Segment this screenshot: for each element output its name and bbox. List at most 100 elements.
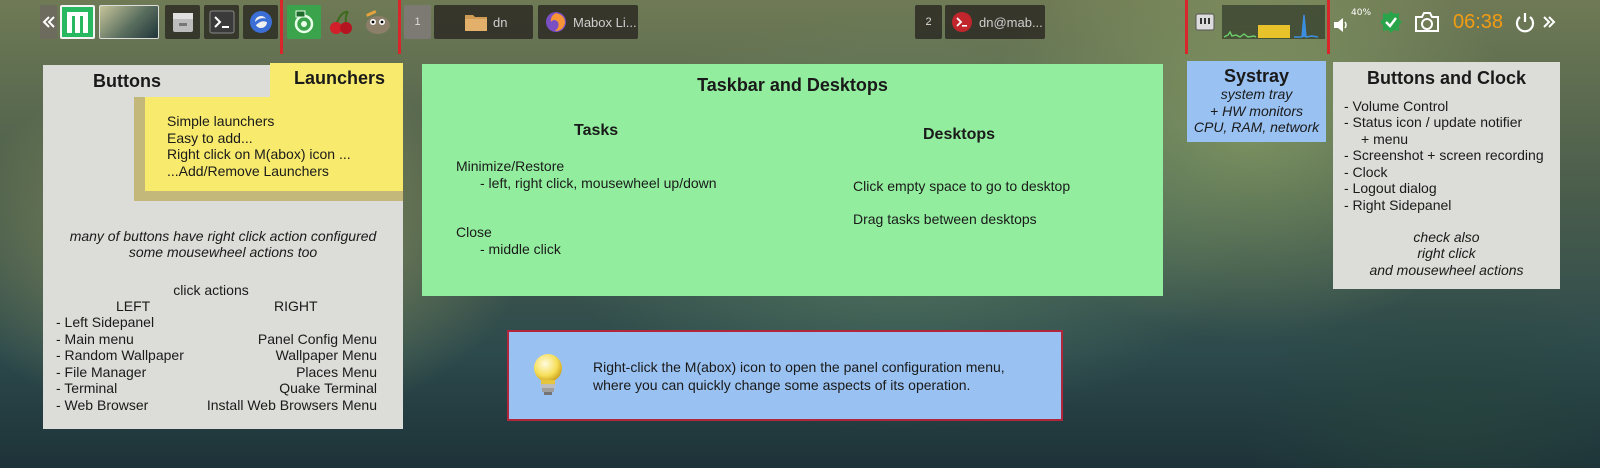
clock-footer-2: right click bbox=[1417, 245, 1476, 261]
tasks-line-2: - left, right click, mousewheel up/down bbox=[480, 175, 717, 191]
double-chevron-right-icon bbox=[1543, 16, 1556, 28]
tip-line-2: where you can quickly change some aspect… bbox=[593, 377, 971, 393]
clock-footer-3: and mousewheel actions bbox=[1369, 262, 1524, 278]
buttons-clock-title: Buttons and Clock bbox=[1366, 68, 1526, 88]
left-action-5: - Terminal bbox=[56, 380, 118, 396]
clock-line-5: - Clock bbox=[1344, 164, 1388, 180]
clock-line-6: - Logout dialog bbox=[1344, 180, 1437, 196]
launchers-line-1: Simple launchers bbox=[167, 113, 275, 129]
ethernet-icon bbox=[1195, 13, 1215, 31]
systray-separator-right bbox=[1327, 0, 1330, 54]
hardware-monitors[interactable] bbox=[1222, 5, 1325, 39]
power-icon bbox=[1515, 13, 1535, 33]
network-indicator[interactable] bbox=[1191, 5, 1219, 39]
desktop-2-label: 2 bbox=[925, 16, 932, 28]
task-terminal[interactable]: dn@mab... bbox=[945, 5, 1045, 39]
taskbar-desktops-title: Taskbar and Desktops bbox=[697, 75, 888, 95]
main-menu-button[interactable] bbox=[60, 5, 95, 39]
tasks-title: Tasks bbox=[574, 122, 619, 139]
launchers-note-title: Launchers bbox=[294, 68, 386, 88]
mabox-logo-icon bbox=[62, 7, 93, 37]
desktop-1-button[interactable]: 1 bbox=[404, 5, 431, 39]
task-file-manager[interactable]: dn bbox=[434, 5, 533, 39]
shield-check-icon bbox=[1380, 11, 1402, 33]
clock[interactable]: 06:38 bbox=[1447, 5, 1509, 39]
left-sidepanel-button[interactable] bbox=[40, 5, 57, 39]
right-action-5: Quake Terminal bbox=[279, 380, 377, 396]
desktops-line-1: Click empty space to go to desktop bbox=[853, 178, 1071, 194]
file-manager-button[interactable] bbox=[165, 5, 200, 39]
launchers-line-4: ...Add/Remove Launchers bbox=[167, 163, 329, 179]
left-action-4: - File Manager bbox=[56, 364, 147, 380]
right-action-6: Install Web Browsers Menu bbox=[206, 397, 377, 413]
firefox-icon bbox=[546, 12, 566, 32]
gimp-icon bbox=[366, 9, 390, 34]
left-action-6: - Web Browser bbox=[56, 397, 149, 413]
launcher-cherrytree-button[interactable] bbox=[324, 5, 358, 39]
clock-footer-1: check also bbox=[1413, 229, 1480, 245]
buttons-note-title: Buttons bbox=[93, 71, 161, 91]
volume-level: 40% bbox=[1351, 8, 1372, 18]
buttons-comment-1: many of buttons have right click action … bbox=[69, 228, 377, 244]
right-action-4: Places Menu bbox=[296, 364, 377, 380]
tasks-line-1: Minimize/Restore bbox=[456, 158, 565, 174]
volume-control[interactable]: 40% bbox=[1332, 5, 1374, 39]
systray-line-2: + HW monitors bbox=[1210, 103, 1303, 119]
lightbulb-icon bbox=[534, 354, 562, 395]
cpu-ram-net-graph-icon bbox=[1223, 14, 1319, 38]
tasks-line-3: Close bbox=[456, 224, 492, 240]
double-chevron-left-icon bbox=[42, 16, 55, 28]
clock-line-2: - Status icon / update notifier bbox=[1344, 114, 1523, 130]
terminal-icon bbox=[209, 10, 234, 34]
update-notifier[interactable] bbox=[1377, 5, 1405, 39]
red-terminal-icon bbox=[952, 12, 972, 32]
random-wallpaper-button[interactable] bbox=[99, 5, 159, 39]
left-action-2: - Main menu bbox=[56, 331, 134, 347]
tasks-line-4: - middle click bbox=[480, 241, 561, 257]
right-action-3: Wallpaper Menu bbox=[275, 347, 377, 363]
tip-box bbox=[507, 330, 1063, 421]
green-gear-icon bbox=[294, 10, 314, 34]
task-file-manager-label: dn bbox=[493, 14, 508, 30]
desktops-line-2: Drag tasks between desktops bbox=[853, 211, 1037, 227]
web-browser-button[interactable] bbox=[243, 5, 278, 39]
screenshot-button[interactable] bbox=[1411, 5, 1443, 39]
launchers-line-2: Easy to add... bbox=[167, 130, 253, 146]
click-actions-heading: click actions bbox=[173, 282, 249, 298]
launchers-separator-right bbox=[398, 0, 401, 54]
wallpaper-thumbnail-icon bbox=[109, 12, 149, 32]
clock-time: 06:38 bbox=[1452, 10, 1504, 33]
task-web-browser-label: Mabox Li... bbox=[573, 14, 637, 30]
terminal-button[interactable] bbox=[204, 5, 239, 39]
systray-separator-left bbox=[1185, 0, 1188, 54]
desktops-title: Desktops bbox=[923, 126, 996, 143]
speaker-icon bbox=[1334, 18, 1347, 32]
logout-button[interactable] bbox=[1512, 5, 1538, 39]
left-action-1: - Left Sidepanel bbox=[56, 314, 155, 330]
folder-icon bbox=[465, 15, 487, 31]
cherry-icon bbox=[330, 10, 352, 34]
task-web-browser[interactable]: Mabox Li... bbox=[538, 5, 638, 39]
systray-line-3: CPU, RAM, network bbox=[1193, 119, 1320, 135]
task-terminal-label: dn@mab... bbox=[979, 14, 1043, 30]
launchers-line-3: Right click on M(abox) icon ... bbox=[167, 146, 351, 162]
desktop-1-label: 1 bbox=[414, 16, 421, 28]
clock-line-4: - Screenshot + screen recording bbox=[1344, 147, 1544, 163]
buttons-comment-2: some mousewheel actions too bbox=[128, 244, 318, 260]
right-action-2: Panel Config Menu bbox=[257, 331, 377, 347]
clock-line-7: - Right Sidepanel bbox=[1344, 197, 1452, 213]
left-action-3: - Random Wallpaper bbox=[56, 347, 184, 363]
tip-line-1: Right-click the M(abox) icon to open the… bbox=[593, 359, 1005, 375]
file-cabinet-icon bbox=[172, 13, 193, 32]
clock-line-1: - Volume Control bbox=[1344, 98, 1449, 114]
right-column-heading: RIGHT bbox=[274, 298, 318, 314]
launcher-settings-button[interactable] bbox=[287, 5, 321, 39]
clock-line-3: + menu bbox=[1361, 131, 1409, 147]
camera-icon bbox=[1415, 12, 1439, 32]
launchers-separator-left bbox=[280, 0, 283, 54]
right-sidepanel-button[interactable] bbox=[1539, 5, 1559, 39]
browser-globe-icon bbox=[249, 11, 272, 33]
systray-line-1: system tray bbox=[1220, 86, 1293, 102]
desktop-2-button[interactable]: 2 bbox=[915, 5, 942, 39]
launcher-gimp-button[interactable] bbox=[360, 5, 396, 39]
